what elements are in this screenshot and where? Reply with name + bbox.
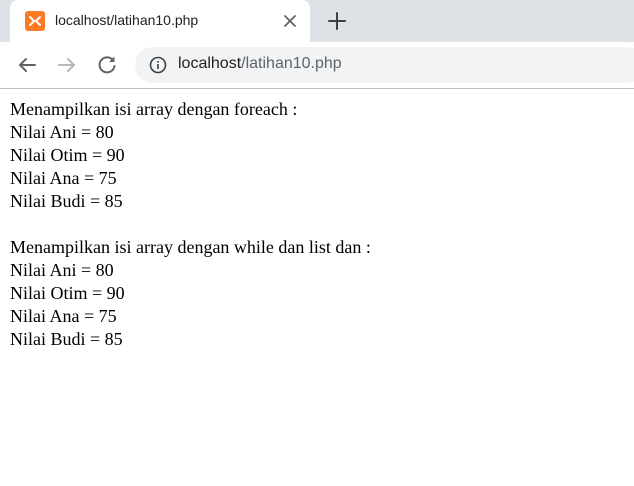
list-item: Nilai Ani = 80 xyxy=(10,260,114,280)
tab-strip: localhost/latihan10.php xyxy=(0,0,634,42)
new-tab-icon[interactable] xyxy=(326,10,348,32)
toolbar-divider xyxy=(0,88,634,89)
list-item: Nilai Ani = 80 xyxy=(10,122,114,142)
url-path: /latihan10.php xyxy=(241,55,342,72)
list-item: Nilai Otim = 90 xyxy=(10,145,125,165)
section-heading-foreach: Menampilkan isi array dengan foreach : xyxy=(10,99,298,119)
list-item: Nilai Otim = 90 xyxy=(10,283,125,303)
url-text: localhost/latihan10.php xyxy=(178,55,342,73)
forward-arrow-icon[interactable] xyxy=(55,53,79,77)
section-heading-while-list: Menampilkan isi array dengan while dan l… xyxy=(10,237,371,257)
page-content: Menampilkan isi array dengan foreach : N… xyxy=(10,98,371,351)
xampp-icon xyxy=(25,11,45,31)
list-item: Nilai Budi = 85 xyxy=(10,191,123,211)
back-arrow-icon[interactable] xyxy=(15,53,39,77)
address-bar[interactable]: localhost/latihan10.php xyxy=(135,47,634,83)
list-item: Nilai Budi = 85 xyxy=(10,329,123,349)
tab-title: localhost/latihan10.php xyxy=(55,12,199,28)
list-item: Nilai Ana = 75 xyxy=(10,306,117,326)
list-item: Nilai Ana = 75 xyxy=(10,168,117,188)
browser-tab[interactable]: localhost/latihan10.php xyxy=(10,0,310,42)
close-icon[interactable] xyxy=(280,11,300,31)
info-icon[interactable] xyxy=(149,56,167,74)
reload-icon[interactable] xyxy=(95,53,119,77)
url-host: localhost xyxy=(178,55,242,72)
